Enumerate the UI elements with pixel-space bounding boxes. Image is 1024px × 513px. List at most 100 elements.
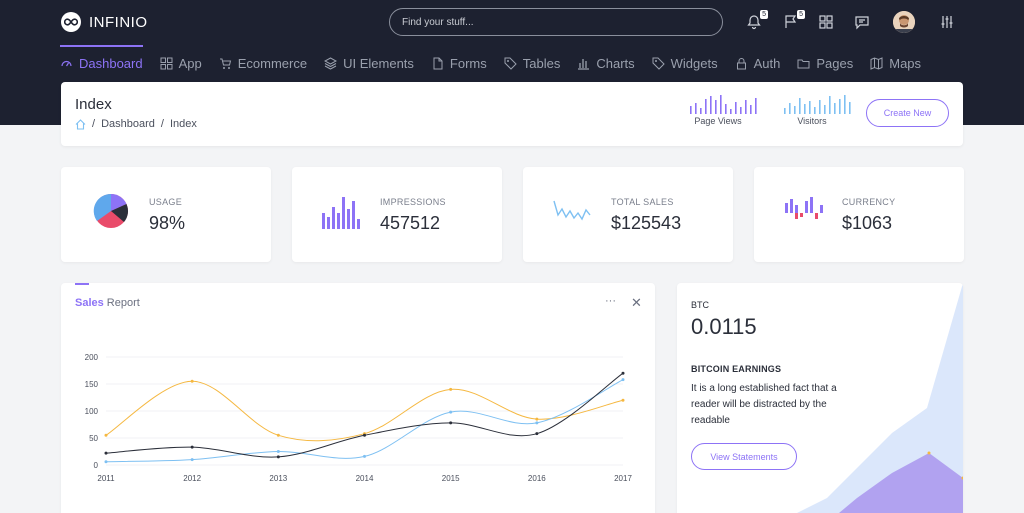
line-chart-icon <box>553 200 591 221</box>
nav-label: Forms <box>449 55 487 71</box>
btc-value: 0.0115 <box>691 314 757 339</box>
nav-item-forms[interactable]: Forms <box>431 46 487 80</box>
y-tick-label: 100 <box>85 407 99 416</box>
bell-icon[interactable]: 5 <box>746 10 768 30</box>
series-line-1 <box>105 379 624 463</box>
stat-card-currency: CURRENCY $1063 <box>754 167 964 262</box>
nav-label: Tables <box>522 55 561 71</box>
stat-value: 98% <box>149 213 186 233</box>
visitors-sparkline: Visitors <box>782 94 851 126</box>
page-title: Index <box>75 96 112 113</box>
avatar[interactable] <box>893 11 915 33</box>
y-tick-label: 150 <box>85 380 99 389</box>
card-title: Sales Report <box>75 297 140 309</box>
nav-item-app[interactable]: App <box>160 46 202 80</box>
grid-icon <box>160 57 173 69</box>
stat-label: IMPRESSIONS <box>380 197 446 207</box>
dashboard-icon <box>61 60 72 66</box>
stat-value: $125543 <box>611 213 682 233</box>
page-views-label: Page Views <box>694 116 742 126</box>
nav-label: Pages <box>816 55 854 71</box>
flags-badge: 5 <box>797 10 805 19</box>
stat-value: $1063 <box>842 213 893 233</box>
visitors-bars <box>784 95 851 114</box>
data-point <box>535 432 539 436</box>
stat-label: CURRENCY <box>842 197 896 207</box>
nav-label: Dashboard <box>79 55 143 71</box>
nav-label: Maps <box>889 55 922 71</box>
card-title-rest: Report <box>103 297 140 309</box>
apps-grid-icon[interactable] <box>818 14 834 30</box>
x-tick-label: 2017 <box>614 474 632 483</box>
card-title-bold: Sales <box>75 297 104 309</box>
data-point <box>621 378 625 382</box>
nav-item-ecommerce[interactable]: Ecommerce <box>219 46 307 80</box>
nav-item-maps[interactable]: Maps <box>870 46 921 80</box>
nav-item-widgets[interactable]: Widgets <box>652 46 718 80</box>
close-icon[interactable]: ✕ <box>631 295 642 311</box>
brand[interactable]: INFINIO <box>61 12 148 32</box>
map-icon <box>870 56 883 70</box>
create-new-button[interactable]: Create New <box>866 99 949 127</box>
x-tick-label: 2011 <box>97 474 115 483</box>
data-point <box>621 398 625 402</box>
y-tick-label: 200 <box>85 353 99 362</box>
data-point <box>190 379 194 383</box>
y-tick-label: 0 <box>94 461 99 470</box>
cart-icon <box>219 58 231 69</box>
breadcrumb-dashboard[interactable]: Dashboard <box>101 118 155 130</box>
data-point <box>363 454 366 458</box>
more-options-icon[interactable]: ··· <box>605 295 616 307</box>
nav-item-auth[interactable]: Auth <box>735 46 780 80</box>
nav-item-ui-elements[interactable]: UI Elements <box>324 46 414 80</box>
nav-item-pages[interactable]: Pages <box>797 46 853 80</box>
chat-icon[interactable] <box>854 14 870 30</box>
notifications-badge: 5 <box>760 10 768 19</box>
page-views-sparkline: Page Views <box>688 94 757 126</box>
nav-label: UI Elements <box>343 55 414 71</box>
nav-label: App <box>178 55 202 71</box>
stat-card-usage: USAGE 98% <box>61 167 271 262</box>
visitors-label: Visitors <box>797 116 827 126</box>
x-tick-label: 2015 <box>442 474 460 483</box>
tag-icon <box>652 57 665 70</box>
data-point <box>276 450 280 453</box>
data-point <box>104 460 108 464</box>
data-point <box>535 421 539 425</box>
nav-item-tables[interactable]: Tables <box>504 46 561 80</box>
home-icon[interactable] <box>75 118 86 130</box>
nav-item-charts[interactable]: Charts <box>577 46 635 80</box>
bar-chart-icon <box>578 58 590 70</box>
nav-label: Ecommerce <box>237 55 308 71</box>
breadcrumb: / Dashboard / Index <box>75 118 197 130</box>
view-statements-button[interactable]: View Statements <box>691 443 797 470</box>
data-point <box>276 455 280 459</box>
nav-item-dashboard[interactable]: Dashboard <box>60 45 143 80</box>
y-tick-label: 50 <box>89 434 98 443</box>
bar-chart-icon <box>322 197 360 229</box>
main-nav: Dashboard App Ecommerce UI Elements Form… <box>60 45 938 80</box>
file-icon <box>433 57 443 69</box>
card-indicator <box>75 283 89 285</box>
flag-icon[interactable]: 5 <box>783 10 805 30</box>
pie-chart-icon <box>93 193 129 228</box>
breadcrumb-index: Index <box>169 118 197 130</box>
search-input[interactable]: Find your stuff... <box>389 8 723 36</box>
nav-label: Charts <box>596 55 635 71</box>
data-point <box>363 433 366 437</box>
stat-label: TOTAL SALES <box>611 197 674 207</box>
btc-label: BTC <box>691 300 709 310</box>
data-point <box>621 371 625 375</box>
data-point <box>449 387 453 391</box>
brand-name: INFINIO <box>89 13 148 31</box>
stat-value: 457512 <box>380 213 441 233</box>
sales-line-chart: 0 50 100 150 200 2011 2012 2013 2014 2015 2016 2017 <box>85 353 633 483</box>
stat-label: USAGE <box>149 197 183 207</box>
btc-description: It is a long established fact that a rea… <box>691 383 837 426</box>
settings-sliders-icon[interactable] <box>939 14 955 30</box>
folder-icon <box>797 59 810 68</box>
x-tick-label: 2014 <box>356 474 374 483</box>
data-point <box>104 451 108 455</box>
lock-icon <box>736 57 746 69</box>
nav-label: Widgets <box>670 55 718 71</box>
